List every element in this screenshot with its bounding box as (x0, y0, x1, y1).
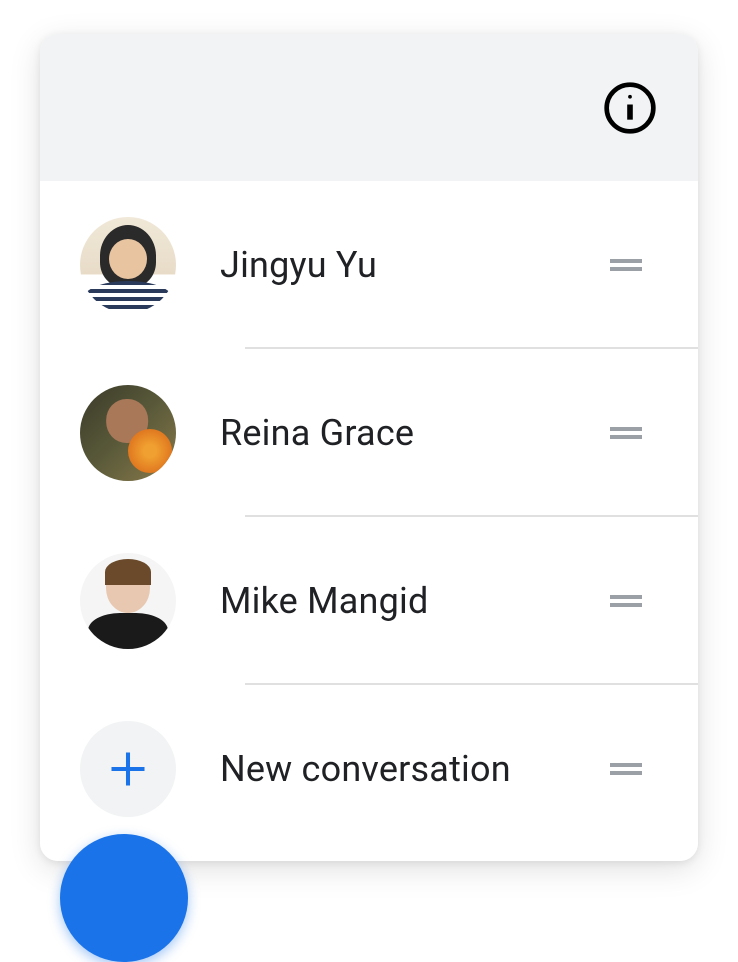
drag-handle-icon[interactable] (610, 595, 642, 607)
contact-row[interactable]: Reina Grace (40, 349, 698, 517)
contact-name: Mike Mangid (220, 580, 610, 622)
contact-row[interactable]: Mike Mangid (40, 517, 698, 685)
drag-handle-icon[interactable] (610, 763, 642, 775)
avatar (80, 553, 176, 649)
new-conversation-avatar (80, 721, 176, 817)
avatar (80, 385, 176, 481)
contact-list: Jingyu Yu Reina Grace Mike Mangid (40, 181, 698, 861)
contact-name: Reina Grace (220, 412, 610, 454)
info-icon (602, 80, 658, 136)
popover-header (40, 34, 698, 181)
contact-name: Jingyu Yu (220, 244, 610, 286)
plus-icon (106, 747, 150, 791)
new-conversation-label: New conversation (220, 748, 610, 790)
contact-row[interactable]: Jingyu Yu (40, 181, 698, 349)
conversations-popover: Jingyu Yu Reina Grace Mike Mangid (40, 34, 698, 861)
drag-handle-icon[interactable] (610, 259, 642, 271)
fab-button[interactable] (60, 834, 188, 962)
avatar (80, 217, 176, 313)
drag-handle-icon[interactable] (610, 427, 642, 439)
new-conversation-row[interactable]: New conversation (40, 685, 698, 861)
info-button[interactable] (602, 80, 658, 136)
